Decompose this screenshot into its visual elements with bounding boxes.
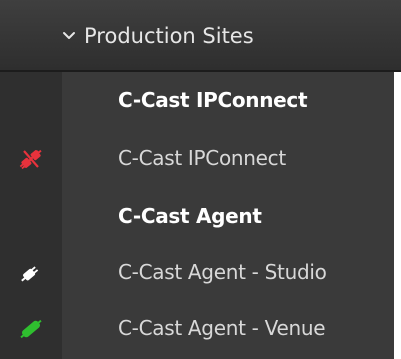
chevron-down-icon[interactable]: [60, 27, 78, 45]
list-item[interactable]: C-Cast Agent - Studio: [0, 244, 394, 302]
plug-icon: [21, 266, 39, 282]
list-group-header[interactable]: C-Cast IPConnect: [0, 72, 394, 130]
disconnected-plug-icon: [19, 149, 42, 170]
section-title: Production Sites: [84, 24, 254, 48]
panel-right-edge: [394, 72, 401, 359]
site-label: C-Cast Agent - Venue: [118, 316, 326, 340]
site-label: C-Cast IPConnect: [118, 146, 286, 170]
connected-plug-icon: [20, 319, 42, 339]
group-label: C-Cast IPConnect: [118, 88, 308, 112]
list-item[interactable]: C-Cast IPConnect: [0, 130, 394, 188]
site-label: C-Cast Agent - Studio: [118, 260, 327, 284]
production-sites-header[interactable]: Production Sites: [0, 0, 401, 72]
production-sites-panel: Production Sites C-Cast IPConnect C-Cast…: [0, 0, 401, 359]
list-group-header[interactable]: C-Cast Agent: [0, 188, 394, 246]
group-label: C-Cast Agent: [118, 204, 262, 228]
list-item[interactable]: C-Cast Agent - Venue: [0, 300, 394, 358]
